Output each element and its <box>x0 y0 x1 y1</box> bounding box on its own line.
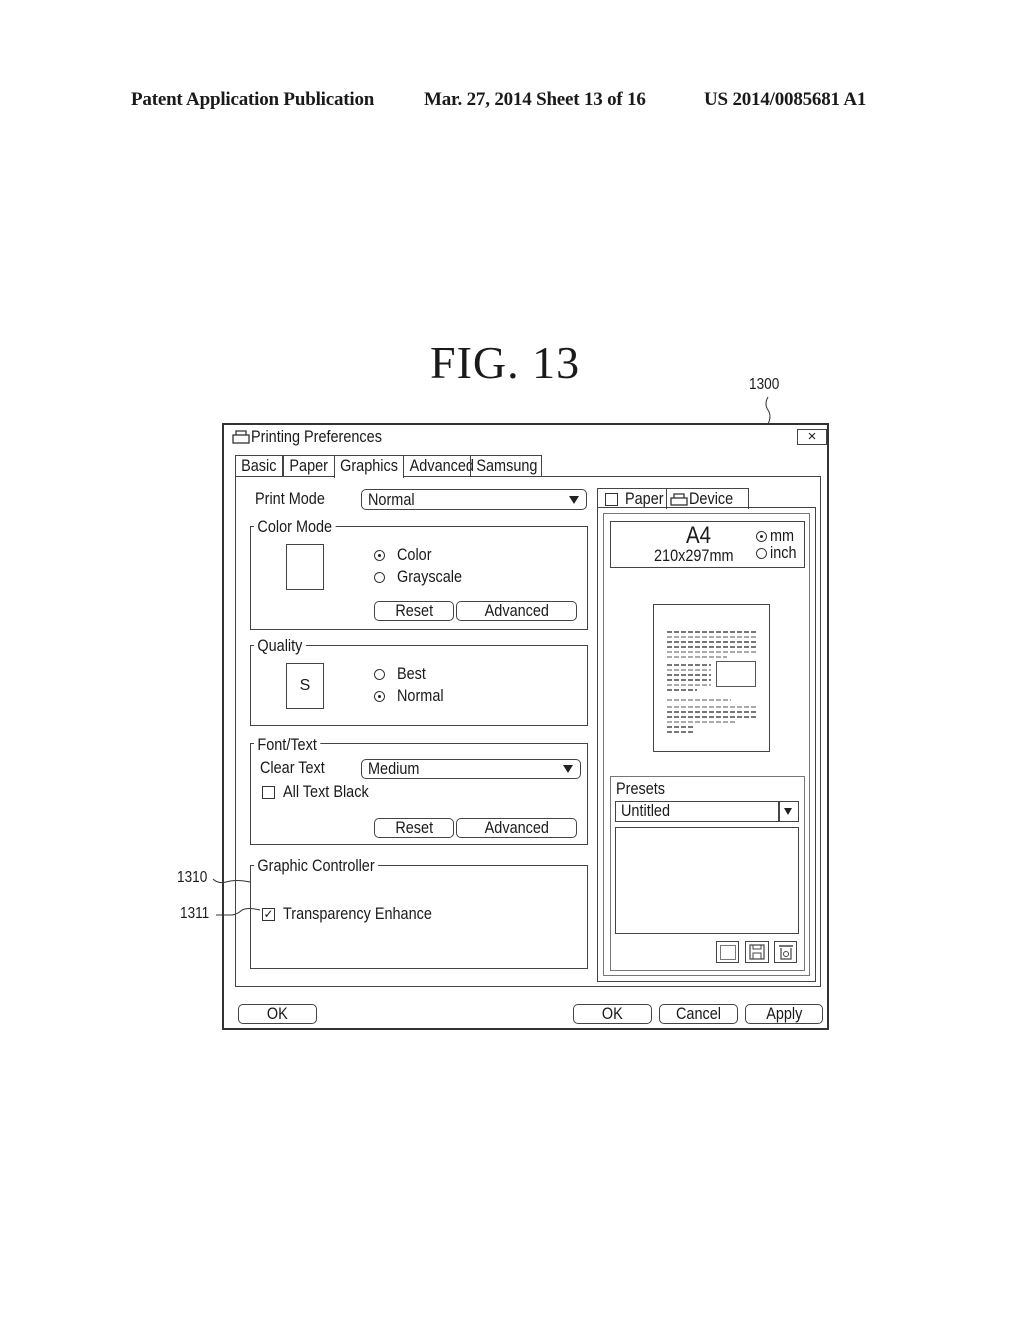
all-text-black-label: All Text Black <box>283 782 369 801</box>
preview-text-line <box>667 646 757 648</box>
paper-tab-icon <box>605 493 618 506</box>
ok-button[interactable]: OK <box>573 1004 652 1024</box>
clear-text-select[interactable]: Medium <box>361 759 581 779</box>
preview-text-line <box>667 636 757 638</box>
printer-icon <box>670 493 688 506</box>
transparency-enhance-label: Transparency Enhance <box>283 904 432 923</box>
grayscale-option-label: Grayscale <box>397 567 463 586</box>
font-advanced-button[interactable]: Advanced <box>456 818 577 838</box>
paper-size-name: A4 <box>686 522 711 549</box>
window-title: Printing Preferences <box>251 427 382 446</box>
print-mode-value: Normal <box>368 490 415 509</box>
font-text-legend: Font/Text <box>254 735 321 755</box>
tab-basic[interactable]: Basic <box>235 455 283 476</box>
printer-icon <box>232 430 250 444</box>
preview-text-line <box>667 699 731 701</box>
preview-text-line <box>667 721 735 723</box>
preview-text-line <box>667 706 757 708</box>
checkmark-icon: ✓ <box>263 907 274 921</box>
color-radio[interactable] <box>374 550 385 561</box>
cancel-button[interactable]: Cancel <box>659 1004 738 1024</box>
quality-legend: Quality <box>254 636 306 656</box>
ref-numeral-1310: 1310 <box>177 869 208 886</box>
side-tab-paper-label: Paper <box>625 489 664 508</box>
preview-text-line <box>667 731 693 733</box>
side-tab-device[interactable]: Device <box>666 488 749 509</box>
clear-text-label: Clear Text <box>260 758 325 777</box>
preview-text-line <box>667 711 757 713</box>
side-tab-device-label: Device <box>689 489 734 508</box>
presets-value: Untitled <box>621 801 670 820</box>
font-reset-button[interactable]: Reset <box>374 818 454 838</box>
trash-icon <box>779 945 793 960</box>
publication-label: Patent Application Publication <box>131 89 375 110</box>
presets-select[interactable]: Untitled <box>615 801 799 822</box>
close-icon: × <box>807 428 817 445</box>
all-text-black-checkbox[interactable] <box>262 786 275 799</box>
chevron-down-icon <box>563 765 573 773</box>
color-mode-legend: Color Mode <box>254 517 336 537</box>
apply-button[interactable]: Apply <box>745 1004 823 1024</box>
preview-text-line <box>667 664 711 666</box>
best-radio[interactable] <box>374 669 385 680</box>
page-preview <box>653 604 770 752</box>
presets-label: Presets <box>616 779 665 798</box>
unit-inch-radio[interactable] <box>756 548 767 559</box>
preview-text-line <box>667 716 757 718</box>
print-mode-label: Print Mode <box>255 489 325 508</box>
chevron-down-icon <box>569 496 579 504</box>
printing-preferences-window: Printing Preferences × Basic Paper Graph… <box>222 423 829 1030</box>
print-mode-select[interactable]: Normal <box>361 489 587 510</box>
close-button[interactable]: × <box>797 429 827 445</box>
color-reset-button[interactable]: Reset <box>374 601 454 621</box>
preview-text-line <box>667 674 711 676</box>
publication-date-sheet: Mar. 27, 2014 Sheet 13 of 16 <box>424 89 646 110</box>
chevron-down-icon <box>784 808 792 815</box>
preview-text-line <box>667 656 727 658</box>
unit-mm-radio[interactable] <box>756 531 767 542</box>
new-preset-button[interactable] <box>716 941 739 963</box>
preview-text-line <box>667 726 693 728</box>
grayscale-radio[interactable] <box>374 572 385 583</box>
clear-text-value: Medium <box>368 759 420 778</box>
preview-text-line <box>667 689 697 691</box>
quality-preview-image: S <box>286 663 324 709</box>
unit-inch-label: inch <box>770 543 797 562</box>
tab-graphics[interactable]: Graphics <box>334 455 404 478</box>
color-advanced-button[interactable]: Advanced <box>456 601 577 621</box>
figure-title: FIG. 13 <box>430 337 581 388</box>
tab-paper[interactable]: Paper <box>283 455 335 476</box>
new-document-icon <box>720 945 736 960</box>
color-option-label: Color <box>397 545 432 564</box>
leader-line-1300 <box>765 396 771 425</box>
publication-number: US 2014/0085681 A1 <box>704 89 867 110</box>
save-preset-button[interactable] <box>745 941 769 963</box>
presets-list[interactable] <box>615 827 799 934</box>
ref-numeral-1300: 1300 <box>749 376 780 393</box>
preview-text-line <box>667 669 711 671</box>
preview-text-line <box>667 679 711 681</box>
best-option-label: Best <box>397 664 426 683</box>
tab-advanced[interactable]: Advanced <box>403 455 474 476</box>
paper-size-dims: 210x297mm <box>654 546 734 565</box>
delete-preset-button[interactable] <box>774 941 797 963</box>
graphic-controller-legend: Graphic Controller <box>254 856 379 876</box>
preview-text-line <box>667 651 757 653</box>
preview-text-line <box>667 641 757 643</box>
normal-quality-radio[interactable] <box>374 691 385 702</box>
ref-numeral-1311: 1311 <box>180 905 210 922</box>
ok-left-button[interactable]: OK <box>238 1004 317 1024</box>
preview-text-line <box>667 684 711 686</box>
normal-option-label: Normal <box>397 686 444 705</box>
tab-samsung[interactable]: Samsung <box>470 455 542 476</box>
save-icon <box>749 944 765 960</box>
preview-text-line <box>667 631 757 633</box>
transparency-enhance-checkbox[interactable]: ✓ <box>262 908 275 921</box>
preview-image-box <box>716 661 756 687</box>
color-preview-image <box>286 544 324 590</box>
